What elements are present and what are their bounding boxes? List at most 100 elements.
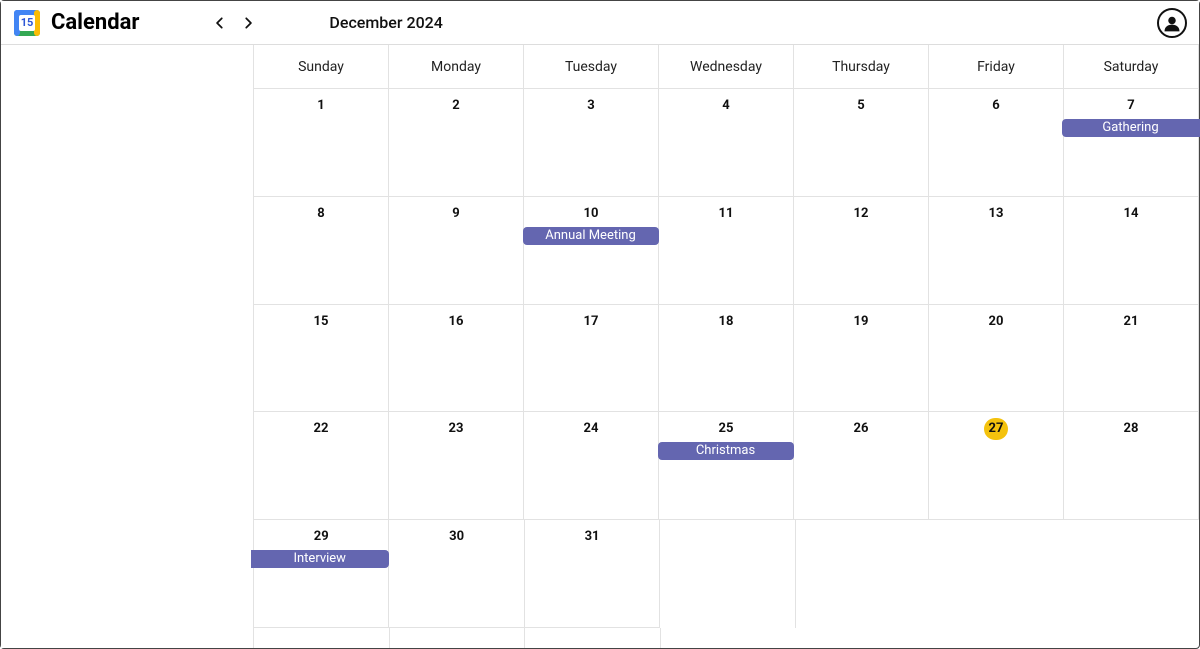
day-number: 30 bbox=[446, 526, 468, 548]
day-number: 21 bbox=[1120, 311, 1142, 333]
weekday-header: Thursday bbox=[794, 45, 929, 89]
day-cell-empty[interactable] bbox=[796, 520, 930, 628]
day-number: 26 bbox=[850, 418, 872, 440]
weeks-container: 1 2 3 4 5 6 bbox=[253, 89, 1199, 648]
day-number: 4 bbox=[715, 95, 737, 117]
day-number: 18 bbox=[715, 311, 737, 333]
app-title: Calendar bbox=[51, 10, 139, 35]
day-number: 20 bbox=[985, 311, 1007, 333]
calendar-logo-day: 15 bbox=[21, 16, 34, 29]
day-number: 15 bbox=[310, 311, 332, 333]
day-cell[interactable]: 6 bbox=[929, 89, 1064, 197]
day-number: 17 bbox=[580, 311, 602, 333]
day-cell[interactable]: 27 bbox=[929, 412, 1064, 520]
day-cell[interactable]: 26 bbox=[794, 412, 929, 520]
day-cell[interactable]: 31 bbox=[525, 520, 660, 628]
day-cell[interactable]: 15 bbox=[254, 305, 389, 413]
weekday-header: Friday bbox=[929, 45, 1064, 89]
account-button[interactable] bbox=[1157, 8, 1187, 38]
day-cell-empty[interactable] bbox=[930, 520, 1064, 628]
day-number: 28 bbox=[1120, 418, 1142, 440]
day-cell[interactable]: 12 bbox=[794, 197, 929, 305]
calendar-grid: Sunday Monday Tuesday Wednesday Thursday… bbox=[253, 45, 1199, 648]
day-cell[interactable]: 24 bbox=[524, 412, 659, 520]
weekday-header: Tuesday bbox=[524, 45, 659, 89]
weekday-header: Monday bbox=[389, 45, 524, 89]
day-cell[interactable]: 4 bbox=[659, 89, 794, 197]
sidebar-gutter bbox=[1, 45, 253, 648]
weekday-header: Sunday bbox=[254, 45, 389, 89]
current-month-label: December 2024 bbox=[329, 13, 442, 32]
day-number: 24 bbox=[580, 418, 602, 440]
day-cell[interactable]: 8 bbox=[254, 197, 389, 305]
day-cell[interactable]: 16 bbox=[389, 305, 524, 413]
grid-bottom-spacer bbox=[253, 628, 1199, 648]
weekday-row: Sunday Monday Tuesday Wednesday Thursday… bbox=[253, 45, 1199, 89]
calendar-app: 15 Calendar December 2024 bbox=[0, 0, 1200, 649]
day-cell[interactable]: 22 bbox=[254, 412, 389, 520]
day-number: 3 bbox=[580, 95, 602, 117]
day-cell[interactable]: 10 Annual Meeting bbox=[524, 197, 659, 305]
day-number: 8 bbox=[310, 203, 332, 225]
event-christmas[interactable]: Christmas bbox=[658, 442, 794, 460]
day-number: 31 bbox=[581, 526, 603, 548]
day-cell[interactable]: 5 bbox=[794, 89, 929, 197]
day-cell[interactable]: 21 bbox=[1064, 305, 1199, 413]
day-number: 9 bbox=[445, 203, 467, 225]
event-interview[interactable]: Interview bbox=[251, 550, 389, 568]
day-number: 5 bbox=[850, 95, 872, 117]
day-cell[interactable]: 20 bbox=[929, 305, 1064, 413]
day-cell[interactable]: 19 bbox=[794, 305, 929, 413]
day-number: 29 bbox=[310, 526, 332, 548]
day-cell[interactable]: 9 bbox=[389, 197, 524, 305]
day-cell[interactable]: 7 Gathering bbox=[1064, 89, 1199, 197]
next-month-button[interactable] bbox=[237, 12, 259, 34]
day-number: 19 bbox=[850, 311, 872, 333]
calendar-logo-icon: 15 bbox=[13, 9, 41, 37]
day-cell[interactable]: 29 Interview bbox=[254, 520, 389, 628]
day-cell[interactable]: 23 bbox=[389, 412, 524, 520]
day-number: 1 bbox=[310, 95, 332, 117]
day-cell[interactable]: 11 bbox=[659, 197, 794, 305]
day-number: 2 bbox=[445, 95, 467, 117]
week-row: 15 16 17 18 19 20 bbox=[253, 305, 1199, 413]
week-row: 8 9 10 Annual Meeting 11 12 bbox=[253, 197, 1199, 305]
day-number: 14 bbox=[1120, 203, 1142, 225]
day-cell[interactable]: 18 bbox=[659, 305, 794, 413]
day-cell[interactable]: 2 bbox=[389, 89, 524, 197]
weekday-header: Saturday bbox=[1064, 45, 1199, 89]
chevron-left-icon bbox=[213, 16, 227, 30]
month-nav bbox=[209, 12, 259, 34]
day-number: 7 bbox=[1120, 95, 1142, 117]
day-cell[interactable]: 17 bbox=[524, 305, 659, 413]
day-number: 12 bbox=[850, 203, 872, 225]
day-number-today: 27 bbox=[984, 418, 1009, 440]
day-number: 16 bbox=[445, 311, 467, 333]
event-gathering[interactable]: Gathering bbox=[1062, 119, 1200, 137]
day-cell-empty[interactable] bbox=[660, 520, 795, 628]
day-number: 23 bbox=[445, 418, 467, 440]
weekday-header: Wednesday bbox=[659, 45, 794, 89]
day-number: 22 bbox=[310, 418, 332, 440]
week-row: 22 23 24 25 Christmas 26 bbox=[253, 412, 1199, 520]
week-row: 1 2 3 4 5 6 bbox=[253, 89, 1199, 197]
day-cell-empty[interactable] bbox=[1065, 520, 1199, 628]
calendar-main: Sunday Monday Tuesday Wednesday Thursday… bbox=[1, 45, 1199, 648]
day-cell[interactable]: 3 bbox=[524, 89, 659, 197]
day-cell[interactable]: 1 bbox=[254, 89, 389, 197]
event-annual-meeting[interactable]: Annual Meeting bbox=[523, 227, 659, 245]
app-header: 15 Calendar December 2024 bbox=[1, 1, 1199, 45]
prev-month-button[interactable] bbox=[209, 12, 231, 34]
day-number: 11 bbox=[715, 203, 737, 225]
day-number: 25 bbox=[715, 418, 737, 440]
day-number: 10 bbox=[580, 203, 602, 225]
user-icon bbox=[1162, 13, 1182, 33]
week-row: 29 Interview 30 31 bbox=[253, 520, 1199, 628]
day-number: 6 bbox=[985, 95, 1007, 117]
day-number: 13 bbox=[985, 203, 1007, 225]
day-cell[interactable]: 25 Christmas bbox=[659, 412, 794, 520]
day-cell[interactable]: 28 bbox=[1064, 412, 1199, 520]
day-cell[interactable]: 14 bbox=[1064, 197, 1199, 305]
day-cell[interactable]: 30 bbox=[389, 520, 524, 628]
day-cell[interactable]: 13 bbox=[929, 197, 1064, 305]
